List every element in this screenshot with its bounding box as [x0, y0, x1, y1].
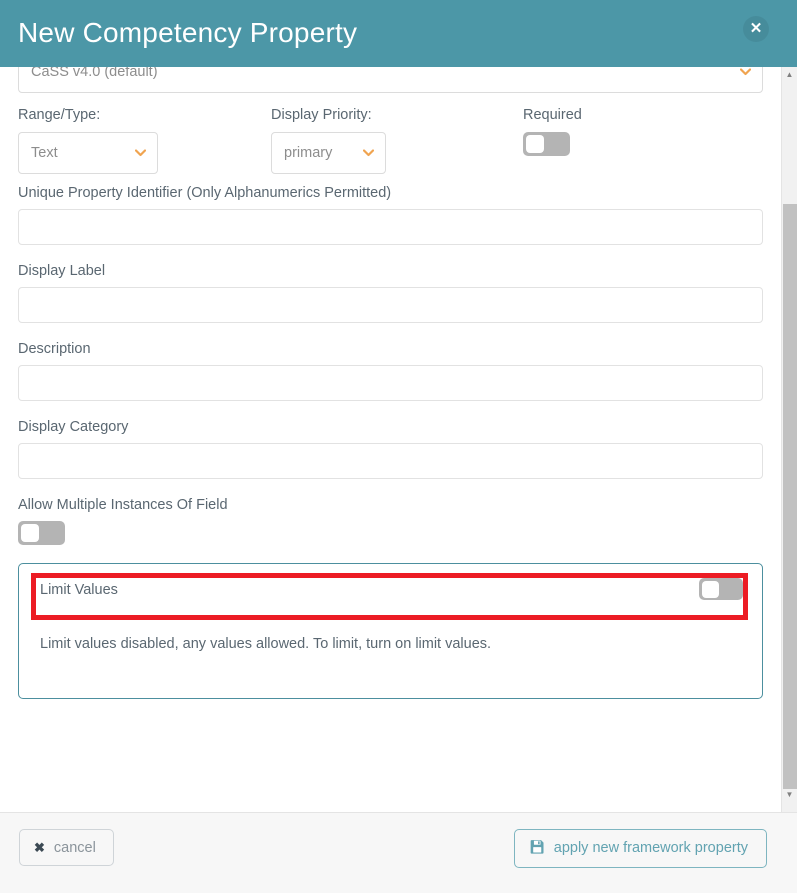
apply-new-framework-property-button[interactable]: apply new framework property [513, 829, 767, 868]
close-icon[interactable]: ✕ [743, 16, 769, 42]
limit-values-description: Limit values disabled, any values allowe… [40, 636, 492, 652]
display-priority-label: Display Priority: [271, 107, 372, 123]
required-toggle[interactable] [523, 132, 570, 156]
cancel-button-label: cancel [53, 839, 96, 856]
limit-values-toggle-wrapper [699, 578, 743, 600]
display-label-label: Display Label [18, 263, 106, 279]
display-category-label: Display Category [18, 419, 129, 435]
display-priority-select[interactable]: primary [271, 132, 386, 174]
property-options-row: Range/Type: Text Display Priority: prima… [18, 107, 763, 185]
limit-values-panel: Limit Values Limit values disabled, any … [18, 563, 763, 699]
display-category-input[interactable] [18, 443, 763, 479]
display-label-group: Display Label [18, 263, 763, 323]
unique-identifier-label: Unique Property Identifier (Only Alphanu… [18, 185, 392, 201]
apply-button-label: apply new framework property [553, 840, 748, 857]
cancel-button[interactable]: ✖ cancel [19, 829, 114, 866]
allow-multiple-group: Allow Multiple Instances Of Field [18, 497, 763, 545]
modal-header: New Competency Property ✕ [0, 0, 797, 67]
range-type-value: Text [31, 145, 58, 161]
chevron-down-icon [135, 149, 146, 157]
framework-select[interactable]: CaSS v4.0 (default) [18, 67, 763, 93]
unique-identifier-group: Unique Property Identifier (Only Alphanu… [18, 185, 763, 245]
framework-select-wrapper: CaSS v4.0 (default) [18, 67, 763, 93]
chevron-down-icon [740, 68, 751, 76]
allow-multiple-label: Allow Multiple Instances Of Field [18, 497, 228, 513]
scroll-up-arrow-icon[interactable]: ▲ [782, 67, 797, 82]
modal-footer: ✖ cancel apply new framework property [0, 812, 797, 893]
display-category-group: Display Category [18, 419, 763, 479]
display-label-input[interactable] [18, 287, 763, 323]
required-group: Required [523, 107, 582, 156]
description-label: Description [18, 341, 91, 357]
new-competency-property-modal: New Competency Property ✕ CaSS v4.0 (def… [0, 0, 797, 893]
display-priority-value: primary [284, 145, 333, 161]
limit-values-toggle[interactable] [699, 578, 743, 600]
toggle-knob [21, 524, 39, 542]
range-type-select[interactable]: Text [18, 132, 158, 174]
toggle-knob [702, 580, 719, 598]
range-type-label: Range/Type: [18, 107, 101, 123]
display-priority-group: Display Priority: primary [271, 107, 386, 174]
range-type-group: Range/Type: Text [18, 107, 158, 174]
modal-body: CaSS v4.0 (default) Range/Type: Text Dis… [0, 67, 781, 812]
scroll-down-arrow-icon[interactable]: ▼ [782, 787, 797, 802]
form-content: CaSS v4.0 (default) Range/Type: Text Dis… [0, 67, 781, 699]
save-icon [530, 839, 545, 858]
vertical-scrollbar[interactable]: ▲ ▼ [781, 67, 797, 812]
description-input[interactable] [18, 365, 763, 401]
unique-identifier-input[interactable] [18, 209, 763, 245]
toggle-knob [526, 135, 544, 153]
description-group: Description [18, 341, 763, 401]
page-title: New Competency Property [18, 17, 358, 48]
chevron-down-icon [363, 149, 374, 157]
limit-values-row: Limit Values [19, 564, 762, 612]
framework-select-value: CaSS v4.0 (default) [31, 67, 158, 80]
scrollbar-thumb[interactable] [783, 204, 797, 789]
required-label: Required [523, 107, 582, 123]
limit-values-title: Limit Values [40, 582, 118, 598]
allow-multiple-toggle[interactable] [18, 521, 65, 545]
close-icon: ✖ [34, 839, 45, 855]
